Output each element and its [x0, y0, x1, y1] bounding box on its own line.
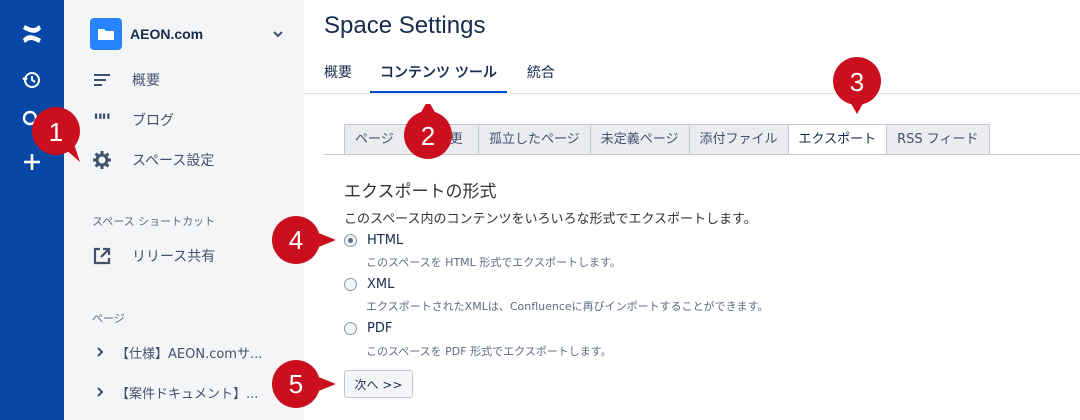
- pages-section-title: ページ: [92, 312, 125, 325]
- recent-history-icon[interactable]: [16, 64, 48, 96]
- chevron-right-icon[interactable]: [94, 347, 106, 357]
- top-tabs: 概要 コンテンツ ツール 統合: [324, 58, 575, 94]
- global-nav-rail: [0, 0, 64, 420]
- next-button[interactable]: 次へ >>: [344, 370, 413, 398]
- svg-text:": ": [101, 112, 111, 128]
- callout-marker: 2: [400, 104, 456, 164]
- callout-marker: 5: [270, 358, 336, 418]
- subtab-undefined-pages[interactable]: 未定義ページ: [589, 124, 689, 155]
- radio-xml[interactable]: [344, 278, 357, 291]
- option-label: PDF: [367, 321, 393, 336]
- sidebar-item-label: ブログ: [132, 113, 174, 129]
- space-folder-icon: [90, 18, 122, 50]
- option-label: HTML: [367, 233, 404, 248]
- blog-quote-icon: " ": [90, 108, 114, 132]
- sidebar-item-label: スペース設定: [132, 153, 215, 169]
- space-name: AEON.com: [130, 26, 204, 42]
- export-format-heading: エクスポートの形式: [344, 182, 497, 202]
- subtab-rss-feed[interactable]: RSS フィード: [886, 124, 990, 155]
- overview-icon: [90, 68, 114, 92]
- shortcut-label: リリース共有: [132, 249, 216, 265]
- option-label: XML: [367, 277, 395, 292]
- marker-number: 3: [849, 66, 865, 97]
- radio-pdf[interactable]: [344, 322, 357, 335]
- option-description: このスペースを PDF 形式でエクスポートします。: [366, 345, 612, 358]
- export-format-description: このスペース内のコンテンツをいろいろな形式でエクスポートします。: [344, 212, 757, 227]
- page-tree-label: 【案件ドキュメント】...: [116, 386, 259, 402]
- marker-number: 4: [288, 224, 304, 255]
- export-option-html[interactable]: HTML: [344, 233, 403, 248]
- chevron-right-icon[interactable]: [94, 387, 106, 397]
- marker-number: 5: [288, 368, 304, 399]
- marker-number: 2: [420, 120, 436, 151]
- tab-overview[interactable]: 概要: [324, 58, 352, 88]
- option-description: エクスポートされたXMLは、Confluenceに再びインポートすることができま…: [366, 300, 769, 313]
- radio-html[interactable]: [344, 234, 357, 247]
- main-content: Space Settings 概要 コンテンツ ツール 統合 ページ更 孤立した…: [304, 0, 1080, 420]
- shortcut-item-release[interactable]: リリース共有: [90, 242, 290, 270]
- callout-marker: 3: [829, 54, 885, 114]
- callout-marker: 4: [270, 214, 336, 274]
- sidebar-item-space-settings[interactable]: スペース設定: [90, 146, 290, 174]
- marker-number: 1: [48, 116, 64, 147]
- sidebar-item-label: 概要: [132, 73, 160, 89]
- gear-icon: [90, 148, 114, 172]
- space-switcher[interactable]: AEON.com: [90, 18, 286, 50]
- subtab-export[interactable]: エクスポート: [787, 124, 887, 155]
- tab-integrations[interactable]: 統合: [527, 58, 555, 88]
- external-link-icon: [90, 244, 114, 268]
- page-title: Space Settings: [324, 12, 486, 39]
- page-tree-label: 【仕様】AEON.comサ...: [116, 346, 263, 362]
- subtab-orphan-pages[interactable]: 孤立したページ: [478, 124, 590, 155]
- shortcuts-section-title: スペース ショートカット: [92, 215, 216, 228]
- divider: [304, 93, 1080, 94]
- option-description: このスペースを HTML 形式でエクスポートします。: [366, 256, 621, 269]
- chevron-down-icon[interactable]: [270, 26, 286, 42]
- callout-marker: 1: [28, 104, 84, 164]
- sidebar-item-blog[interactable]: " " ブログ: [90, 106, 290, 134]
- subtab-label: ページ: [355, 132, 394, 147]
- sidebar-item-overview[interactable]: 概要: [90, 66, 290, 94]
- confluence-logo-icon[interactable]: [16, 18, 48, 50]
- export-option-xml[interactable]: XML: [344, 277, 394, 292]
- subtab-attachments[interactable]: 添付ファイル: [688, 124, 788, 155]
- export-option-pdf[interactable]: PDF: [344, 321, 392, 336]
- tab-content-tools[interactable]: コンテンツ ツール: [370, 58, 507, 94]
